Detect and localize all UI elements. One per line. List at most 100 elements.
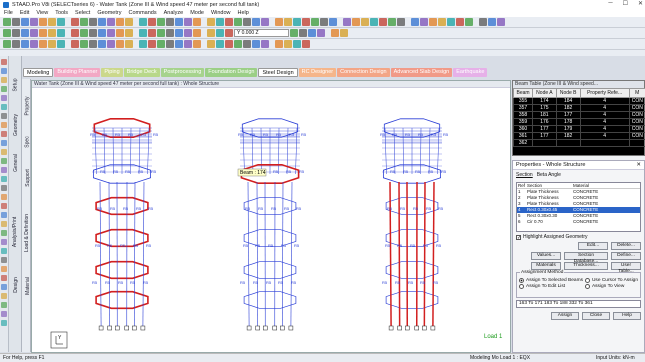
toolbar-button-icon[interactable] (411, 18, 419, 26)
assign-edit-list-radio[interactable]: Assign To Edit List (519, 283, 583, 289)
assign-selected-radio[interactable]: Assign To Selected Beams (519, 277, 583, 283)
toolbar-button-icon[interactable] (89, 18, 97, 26)
toolbar-button-icon[interactable] (175, 40, 183, 48)
toolbar-button-icon[interactable] (39, 18, 47, 26)
toolbar-button-icon[interactable] (3, 40, 11, 48)
left-tool-icon[interactable] (1, 68, 7, 74)
left-tool-icon[interactable] (1, 194, 7, 200)
toolbar-button-icon[interactable] (388, 18, 396, 26)
toolbar-button-icon[interactable] (71, 40, 79, 48)
list-item[interactable]: 6 Cir 0.70 CONCRETE (517, 219, 640, 225)
menu-window[interactable]: Window (211, 10, 231, 16)
close-icon[interactable]: ✕ (636, 161, 641, 170)
mode-tab-9[interactable]: Advanced Slab Design (390, 68, 453, 77)
toolbar-button-icon[interactable] (166, 29, 174, 37)
toolbar-button-icon[interactable] (216, 18, 224, 26)
toolbar-button-icon[interactable] (116, 18, 124, 26)
materials-button[interactable]: Materials (531, 262, 561, 270)
left-tool-icon[interactable] (1, 212, 7, 218)
toolbar-button-icon[interactable] (125, 40, 133, 48)
mode-tab-1[interactable]: Building Planner (54, 68, 101, 77)
toolbar-button-icon[interactable] (139, 18, 147, 26)
toolbar-button-icon[interactable] (299, 29, 307, 37)
toolbar-button-icon[interactable] (184, 18, 192, 26)
toolbar-button-icon[interactable] (12, 40, 20, 48)
toolbar-button-icon[interactable] (157, 29, 165, 37)
beam-table-header[interactable]: Node A (532, 88, 557, 98)
left-tool-icon[interactable] (1, 122, 7, 128)
left-tool-icon[interactable] (1, 266, 7, 272)
toolbar-button-icon[interactable] (465, 18, 473, 26)
section-database-button[interactable]: Section Database... (564, 252, 608, 264)
left-tool-icon[interactable] (1, 248, 7, 254)
menu-geometry[interactable]: Geometry (97, 10, 121, 16)
left-tool-icon[interactable] (1, 77, 7, 83)
left-tool-icon[interactable] (1, 203, 7, 209)
menu-select[interactable]: Select (75, 10, 90, 16)
toolbar-button-icon[interactable] (243, 40, 251, 48)
toolbar-button-icon[interactable] (98, 29, 106, 37)
tab-beta-angle[interactable]: Beta Angle (537, 172, 561, 178)
toolbar-button-icon[interactable] (12, 18, 20, 26)
menu-file[interactable]: File (4, 10, 13, 16)
minimize-button[interactable]: ─ (608, 0, 612, 7)
toolbar-button-icon[interactable] (207, 18, 215, 26)
toolbar-button-icon[interactable] (184, 40, 192, 48)
menu-edit[interactable]: Edit (20, 10, 29, 16)
table-row[interactable]: 362 (512, 139, 645, 147)
mode-tab-10[interactable]: Earthquake (453, 68, 488, 77)
define-button[interactable]: Define... (611, 252, 641, 260)
menu-help[interactable]: Help (238, 10, 249, 16)
assign-view-radio[interactable]: Assign To View (584, 283, 638, 289)
toolbar-button-icon[interactable] (80, 29, 88, 37)
table-row[interactable]: 358 181 177 4 CON (512, 111, 645, 119)
tab-geometry[interactable]: Geometry (10, 108, 21, 142)
mode-tab-5[interactable]: Foundation Design (205, 68, 258, 77)
toolbar-button-icon[interactable] (488, 18, 496, 26)
toolbar-button-icon[interactable] (12, 29, 20, 37)
beam-table-header[interactable]: M (628, 88, 645, 98)
toolbar-button-icon[interactable] (71, 29, 79, 37)
toolbar-button-icon[interactable] (193, 18, 201, 26)
close-button-dialog[interactable]: Close (582, 312, 610, 320)
toolbar-button-icon[interactable] (30, 29, 38, 37)
toolbar-button-icon[interactable] (261, 18, 269, 26)
left-tool-icon[interactable] (1, 284, 7, 290)
toolbar-button-icon[interactable] (234, 40, 242, 48)
toolbar-button-icon[interactable] (361, 18, 369, 26)
toolbar-button-icon[interactable] (57, 18, 65, 26)
toolbar-button-icon[interactable] (30, 40, 38, 48)
left-tool-icon[interactable] (1, 104, 7, 110)
toolbar-button-icon[interactable] (166, 18, 174, 26)
toolbar-button-icon[interactable] (243, 18, 251, 26)
toolbar-button-icon[interactable] (21, 40, 29, 48)
menu-analyze[interactable]: Analyze (164, 10, 184, 16)
close-button[interactable]: ✕ (638, 0, 643, 7)
thickness-button[interactable]: Thickness... (564, 262, 608, 270)
toolbar-button-icon[interactable] (252, 18, 260, 26)
toolbar-button-icon[interactable] (139, 29, 147, 37)
toolbar-button-icon[interactable] (317, 29, 325, 37)
toolbar-button-icon[interactable] (48, 29, 56, 37)
toolbar-button-icon[interactable] (343, 18, 351, 26)
left-tool-icon[interactable] (1, 86, 7, 92)
toolbar-button-icon[interactable] (39, 29, 47, 37)
left-tool-icon[interactable] (1, 302, 7, 308)
delete-button[interactable]: Delete... (611, 242, 641, 250)
mode-tab-2[interactable]: Piping (101, 68, 123, 77)
left-tool-icon[interactable] (1, 176, 7, 182)
toolbar-button-icon[interactable] (125, 29, 133, 37)
tab-general[interactable]: General (10, 146, 21, 180)
plane-select[interactable]: Y 0.000 Z (234, 29, 289, 37)
toolbar-button-icon[interactable] (166, 40, 174, 48)
left-tool-icon[interactable] (1, 149, 7, 155)
toolbar-button-icon[interactable] (57, 29, 65, 37)
left-tool-icon[interactable] (1, 293, 7, 299)
section-list[interactable]: Ref Section Material 1 Plate Thickness CON… (516, 182, 641, 232)
left-tool-icon[interactable] (1, 113, 7, 119)
structure-drawing[interactable]: R5 R5 R5 R5 R5 R5 R5 R5 R5 R5 R5 R5 R5 R5 R5 R5 R5 R5 R5 R5… (32, 88, 512, 353)
left-tool-icon[interactable] (1, 158, 7, 164)
beam-table-header[interactable]: Beam (512, 88, 534, 98)
toolbar-button-icon[interactable] (193, 40, 201, 48)
use-cursor-radio[interactable]: Use Cursor To Assign (584, 277, 638, 283)
